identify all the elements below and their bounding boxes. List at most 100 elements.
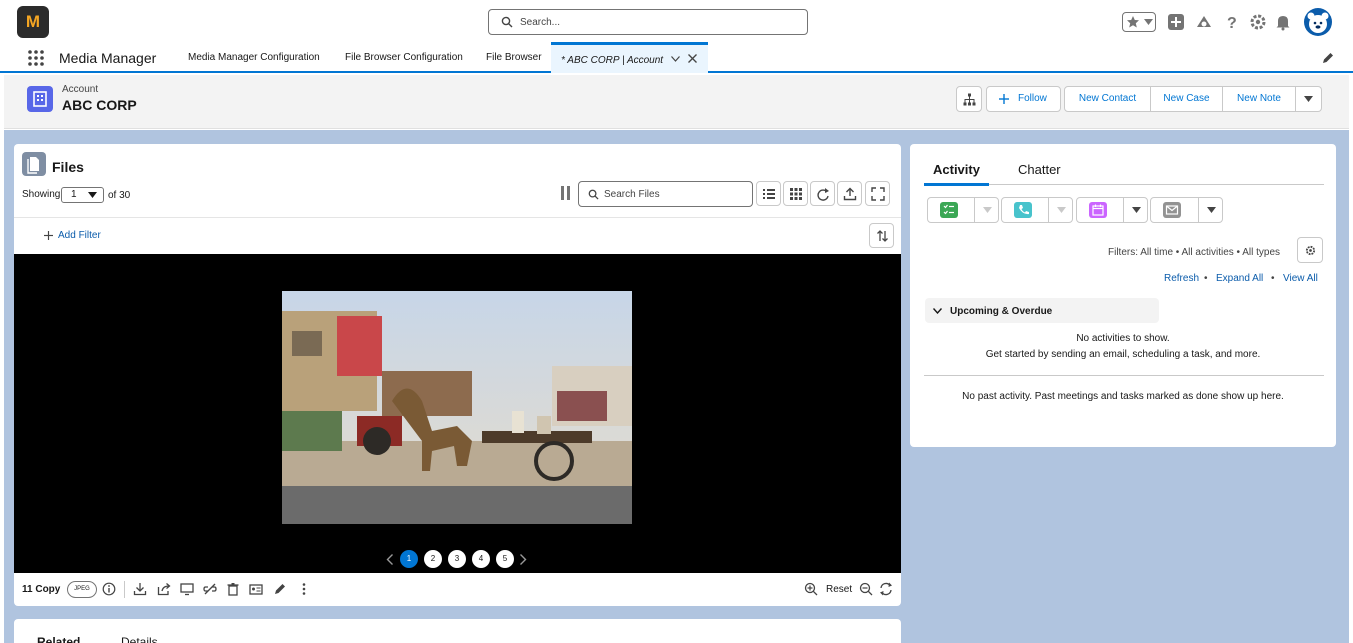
- new-event-button[interactable]: [1076, 197, 1148, 223]
- chevron-left-icon[interactable]: [386, 554, 394, 565]
- help-icon[interactable]: ?: [1223, 13, 1241, 31]
- edit-icon[interactable]: [273, 582, 287, 596]
- page-select-value: 1: [71, 189, 77, 200]
- search-icon: [588, 189, 599, 200]
- upcoming-overdue-section[interactable]: Upcoming & Overdue: [925, 298, 1159, 323]
- upload-button[interactable]: [837, 181, 862, 206]
- refresh-icon: [817, 188, 829, 201]
- toolbar-divider: [124, 581, 125, 598]
- avatar[interactable]: [1304, 8, 1332, 36]
- new-case-button[interactable]: New Case: [1151, 86, 1223, 112]
- chevron-down-icon: [1057, 207, 1066, 213]
- event-dropdown[interactable]: [1123, 198, 1147, 222]
- divider: [924, 375, 1324, 376]
- active-tab-indicator: [924, 183, 989, 186]
- call-dropdown[interactable]: [1048, 198, 1072, 222]
- refresh-button[interactable]: [810, 181, 835, 206]
- page-dot[interactable]: 1: [400, 550, 418, 568]
- chevron-down-icon: [1144, 19, 1153, 25]
- id-card-icon[interactable]: [249, 582, 263, 596]
- file-preview-image[interactable]: [282, 291, 632, 524]
- reset-zoom-button[interactable]: Reset: [826, 584, 852, 595]
- task-dropdown[interactable]: [974, 198, 998, 222]
- new-contact-button[interactable]: New Contact: [1064, 86, 1151, 112]
- unlink-icon[interactable]: [203, 582, 217, 596]
- file-search-input[interactable]: Search Files: [578, 181, 753, 207]
- file-name: 11 Copy: [22, 584, 61, 595]
- activity-settings-button[interactable]: [1297, 237, 1323, 263]
- email-icon: [1163, 202, 1181, 218]
- zoom-in-icon[interactable]: [804, 582, 818, 596]
- link-separator: •: [1204, 273, 1208, 284]
- tab-activity[interactable]: Activity: [933, 162, 980, 177]
- page-dot[interactable]: 3: [448, 550, 466, 568]
- app-launcher-icon[interactable]: [27, 49, 45, 67]
- chevron-right-icon[interactable]: [519, 554, 527, 565]
- global-search-placeholder: Search...: [520, 17, 561, 28]
- nav-tab-label: * ABC CORP | Account: [561, 55, 664, 66]
- record-action-group: New Contact New Case New Note: [1064, 86, 1322, 112]
- gear-icon[interactable]: [1249, 13, 1267, 31]
- nav-tab-file-browser-configuration[interactable]: File Browser Configuration: [345, 52, 463, 63]
- calendar-icon: [1092, 204, 1104, 216]
- page-dot[interactable]: 5: [496, 550, 514, 568]
- nav-tab-media-manager-configuration[interactable]: Media Manager Configuration: [188, 52, 320, 63]
- logo-text: M: [25, 12, 41, 31]
- global-actions-icon[interactable]: [1167, 13, 1185, 31]
- showing-label: Showing: [22, 189, 61, 200]
- log-call-button[interactable]: [1001, 197, 1073, 223]
- refresh-link[interactable]: Refresh: [1164, 273, 1199, 284]
- page-dot[interactable]: 2: [424, 550, 442, 568]
- file-type-badge: JPEG: [67, 581, 97, 598]
- nav-tab-file-browser[interactable]: File Browser: [486, 52, 542, 63]
- app-logo[interactable]: M: [17, 6, 49, 38]
- delete-icon[interactable]: [226, 582, 240, 596]
- tab-related[interactable]: Related: [37, 635, 80, 643]
- preview-icon[interactable]: [180, 582, 194, 596]
- zoom-out-icon[interactable]: [859, 582, 873, 596]
- follow-button[interactable]: Follow: [986, 86, 1061, 112]
- image-viewer: 1 2 3 4 5: [14, 254, 901, 573]
- page-select[interactable]: 1: [61, 187, 104, 203]
- favorites-button[interactable]: [1122, 12, 1156, 32]
- pause-icon[interactable]: [561, 186, 571, 200]
- page-total-label: of 30: [108, 190, 131, 201]
- record-header: Account ABC CORP Follow New Contact New …: [4, 75, 1349, 129]
- rotate-icon[interactable]: [879, 582, 893, 596]
- tab-details[interactable]: Details: [121, 635, 158, 643]
- page-dot[interactable]: 4: [472, 550, 490, 568]
- grid-view-button[interactable]: [783, 181, 808, 206]
- info-icon[interactable]: [102, 582, 116, 596]
- list-view-button[interactable]: [756, 181, 781, 206]
- new-task-button[interactable]: [927, 197, 999, 223]
- new-note-button[interactable]: New Note: [1223, 86, 1296, 112]
- call-icon: [1014, 202, 1032, 218]
- phone-icon: [1019, 205, 1029, 215]
- send-email-button[interactable]: [1150, 197, 1223, 223]
- add-filter-label: Add Filter: [58, 230, 101, 241]
- share-icon[interactable]: [157, 582, 171, 596]
- edit-nav-pencil-icon[interactable]: [1321, 51, 1335, 65]
- trailhead-icon[interactable]: [1195, 13, 1213, 31]
- add-icon: [44, 231, 53, 240]
- more-vertical-icon[interactable]: [297, 582, 311, 596]
- nav-tab-abc-corp-account[interactable]: * ABC CORP | Account: [551, 42, 708, 73]
- expand-all-link[interactable]: Expand All: [1216, 273, 1263, 284]
- chevron-down-icon: [1132, 207, 1141, 213]
- close-icon[interactable]: [688, 54, 697, 63]
- app-name: Media Manager: [59, 50, 157, 66]
- hierarchy-button[interactable]: [956, 86, 982, 112]
- bell-icon[interactable]: [1274, 13, 1292, 31]
- download-icon[interactable]: [133, 582, 147, 596]
- files-card: Files Showing 1 of 30 Search Files Add F…: [14, 144, 901, 606]
- envelope-icon: [1165, 205, 1179, 215]
- view-all-link[interactable]: View All: [1283, 273, 1318, 284]
- search-icon: [501, 16, 513, 28]
- chevron-down-icon[interactable]: [671, 56, 680, 62]
- global-search-input[interactable]: Search...: [488, 9, 808, 35]
- sort-button[interactable]: [869, 223, 894, 248]
- email-dropdown[interactable]: [1198, 198, 1222, 222]
- expand-button[interactable]: [865, 181, 890, 206]
- tab-chatter[interactable]: Chatter: [1018, 162, 1061, 177]
- more-actions-button[interactable]: [1296, 86, 1322, 112]
